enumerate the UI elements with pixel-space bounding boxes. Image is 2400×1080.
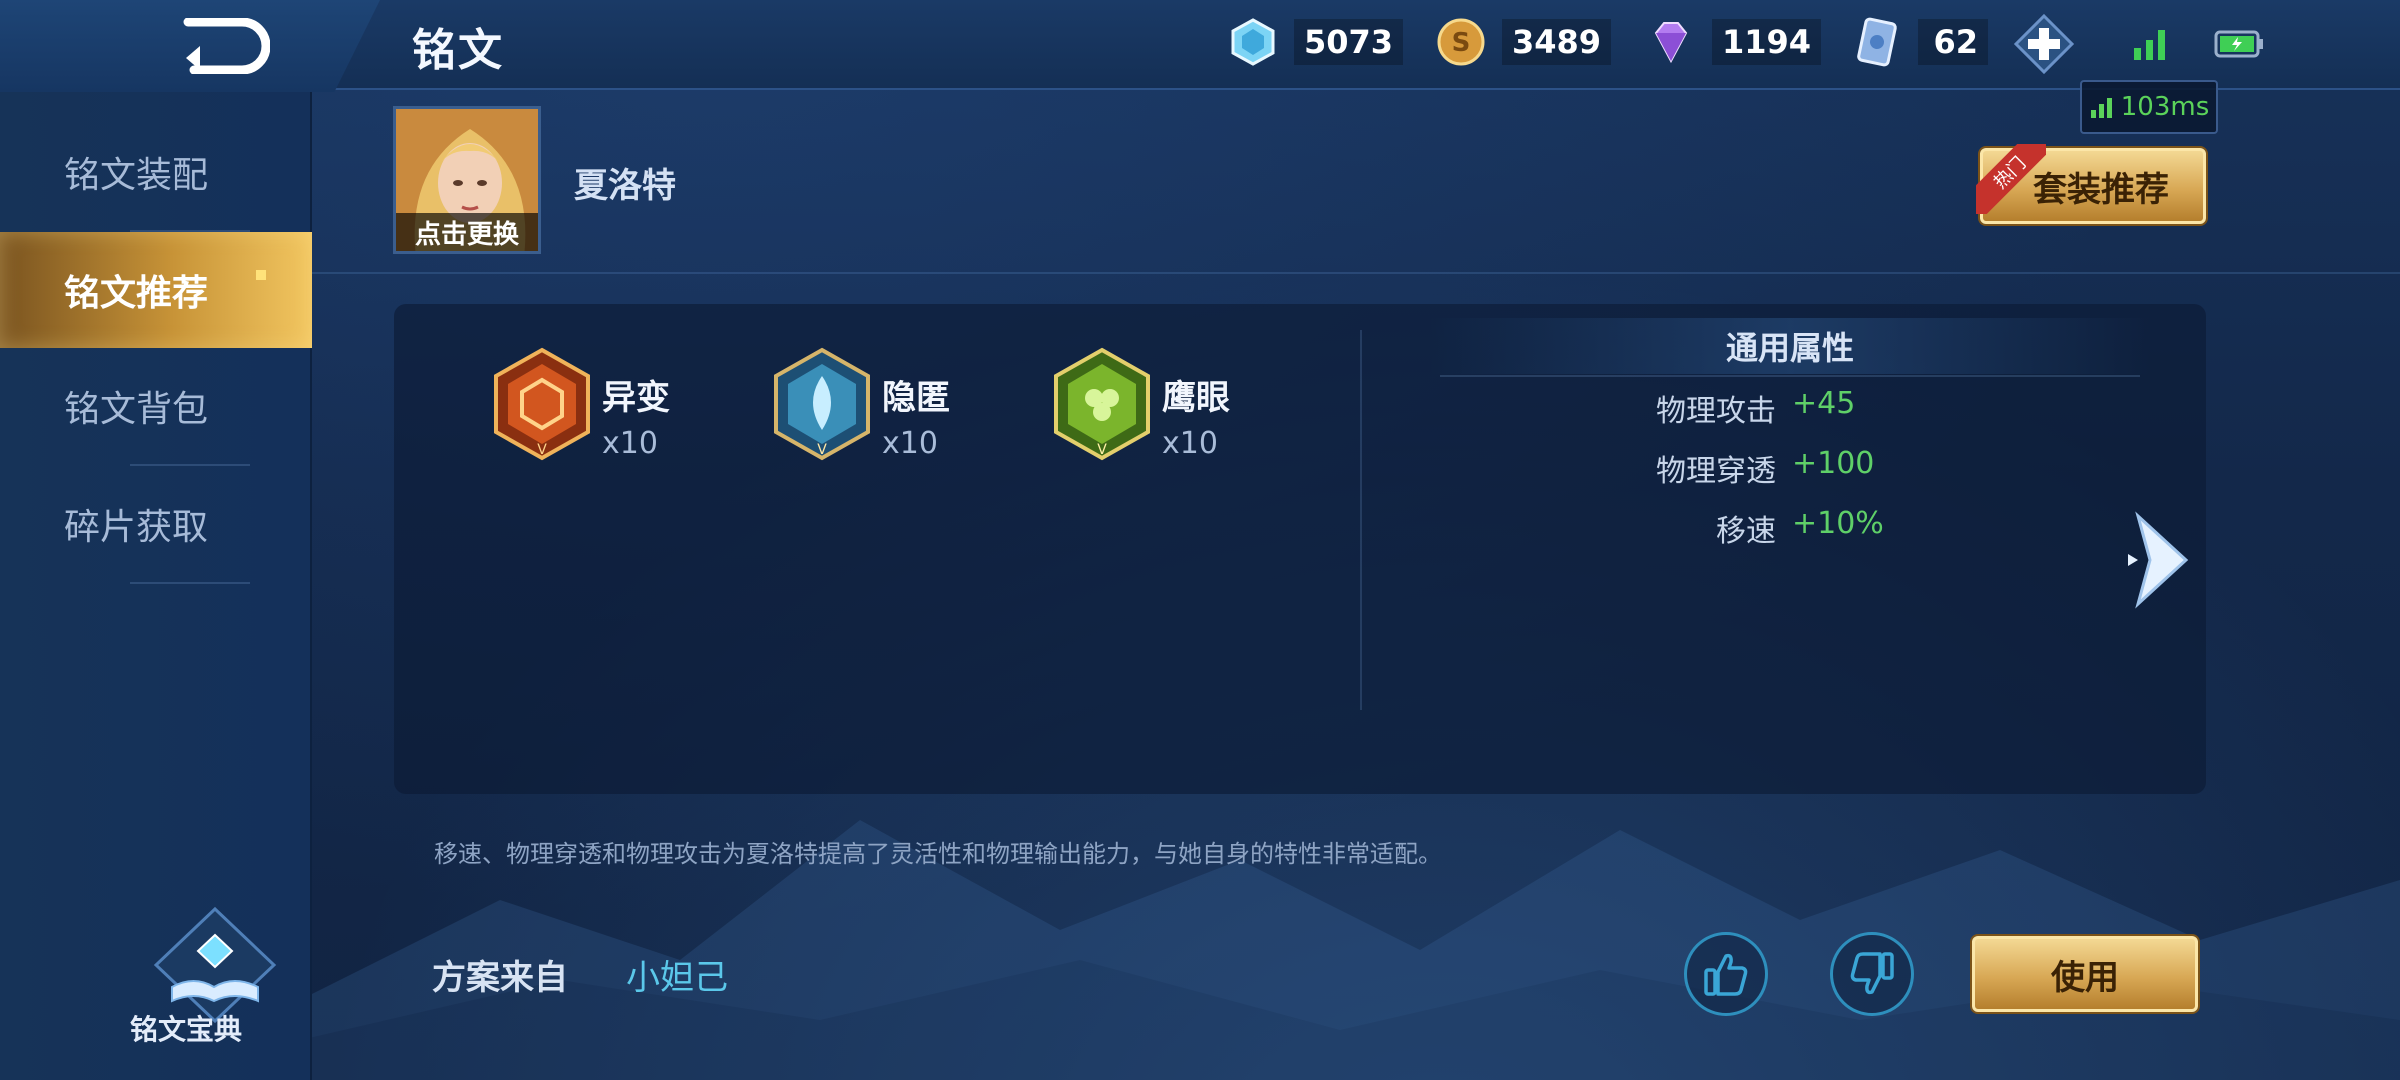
green-rune-icon: V [1054,347,1150,461]
source-label: 方案来自 [432,958,568,998]
svg-text:S: S [1452,28,1471,58]
signal-icon [2134,30,2165,60]
panel-divider [1360,330,1362,710]
rune-name: 鹰眼 [1162,378,1230,418]
ping-badge: 103ms [2080,80,2218,134]
source-author-link[interactable]: 小妲己 [626,950,728,999]
attribute-key: 物理穿透 [1656,454,1776,489]
hero-portrait[interactable]: 点击更换 [393,106,541,254]
rune-card-currency: 62 [1852,14,1988,70]
attributes-divider [1440,375,2140,377]
rune-item[interactable]: V 鹰眼 x10 [1050,346,1230,466]
sidebar-divider [130,582,250,584]
rune-count: x10 [882,426,938,461]
diamond-amount: 1194 [1712,19,1822,65]
attribute-row: 物理攻击 +45 [1560,386,1855,430]
rune-name: 异变 [602,378,670,418]
use-button[interactable]: 使用 [1972,936,2198,1012]
page-title: 铭文 [412,25,504,76]
attribute-value: +10% [1792,506,1884,541]
attribute-key: 移速 [1716,514,1776,549]
thumbs-up-icon [1704,953,1748,996]
gold-currency: S 3489 [1436,14,1612,70]
blue-rune-icon: V [774,347,870,461]
plan-description: 移速、物理穿透和物理攻击为夏洛特提高了灵活性和物理输出能力，与她自身的特性非常适… [434,840,1442,868]
plus-icon[interactable] [2012,12,2076,76]
row-divider [312,272,2400,274]
like-button[interactable] [1684,932,1768,1016]
attribute-row: 物理穿透 +100 [1560,446,1874,490]
sidebar-item-label: 铭文背包 [63,389,208,430]
sidebar-item-label: 铭文推荐 [63,273,208,314]
attribute-value: +45 [1792,386,1856,421]
attribute-key: 物理攻击 [1656,394,1776,429]
thumbs-down-icon [1850,952,1894,995]
hero-name: 夏洛特 [574,166,676,206]
diamond-currency: 1194 [1646,14,1822,70]
next-arrow-icon[interactable] [2124,510,2194,610]
sidebar-item-rune-equip[interactable]: 铭文装配 [0,114,312,230]
svg-text:V: V [537,442,547,458]
rune-item[interactable]: V 隐匿 x10 [770,346,950,466]
back-icon[interactable] [180,18,270,74]
red-rune-icon: V [494,347,590,461]
gold-amount: 3489 [1502,19,1612,65]
suit-recommend-label: 套装推荐 [2033,169,2169,210]
crystal-icon [1231,18,1275,66]
rune-count: x10 [1162,426,1218,461]
sidebar-item-rune-bag[interactable]: 铭文背包 [0,348,312,464]
gold-coin-icon: S [1437,18,1485,66]
hot-tag-label: 热门 [1976,144,2046,214]
sidebar-item-rune-recommend[interactable]: 铭文推荐 [0,232,312,348]
active-indicator [256,270,266,280]
ping-signal-icon [2090,98,2112,118]
codex-label: 铭文宝典 [130,1013,243,1046]
sidebar-item-fragment[interactable]: 碎片获取 [0,466,312,582]
top-bar: 铭文 5073 S 3489 1194 62 [0,0,2400,92]
rune-name: 隐匿 [882,378,950,418]
attributes-title: 通用属性 [1430,318,2150,374]
ping-text: 103ms [2120,92,2210,122]
attribute-row: 移速 +10% [1560,506,1884,550]
sidebar-item-label: 碎片获取 [63,507,208,548]
battery-icon [2214,30,2263,58]
rune-card-icon [1857,17,1897,67]
hero-change-label: 点击更换 [396,213,538,251]
dislike-button[interactable] [1830,932,1914,1016]
svg-text:V: V [817,442,827,458]
svg-text:V: V [1097,442,1107,458]
crystal-currency: 5073 [1228,14,1404,70]
rune-card-amount: 62 [1918,19,1988,65]
sidebar-item-label: 铭文装配 [63,155,208,196]
attribute-value: +100 [1792,446,1875,481]
rune-item[interactable]: V 异变 x10 [490,346,670,466]
hot-tag: 热门 [1976,144,2046,214]
rune-count: x10 [602,426,658,461]
crystal-amount: 5073 [1294,19,1404,65]
diamond-icon [1654,22,1688,64]
